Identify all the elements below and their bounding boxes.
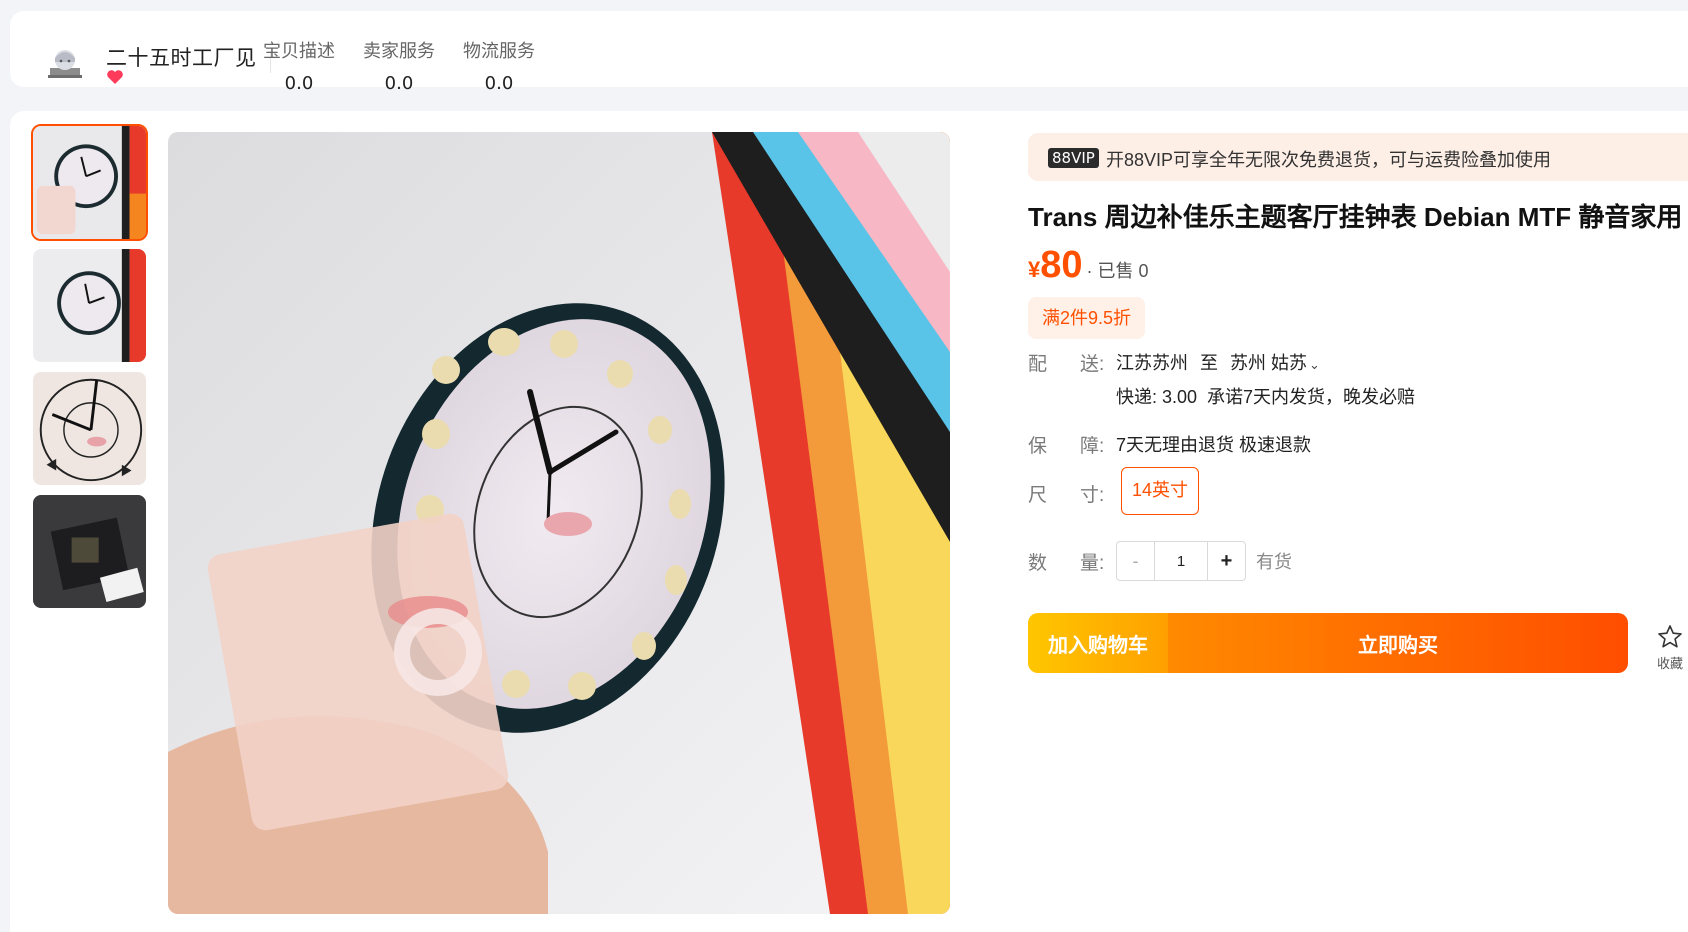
favorite-button[interactable]: 收藏 [1650, 623, 1688, 672]
vip-badge: 88VIP [1048, 148, 1099, 168]
score-logistics: 物流服务 0.0 [454, 37, 544, 94]
vip-text: 开88VIP可享全年无限次免费退货，可与运费险叠加使用 [1106, 150, 1552, 170]
thumbnail[interactable] [31, 124, 148, 241]
score-label: 物流服务 [463, 41, 535, 61]
thumbnail[interactable] [31, 493, 148, 610]
label-char: 送: [1080, 354, 1105, 375]
shipping-fee: 快递: 3.00 [1116, 387, 1198, 407]
quantity-input[interactable]: 1 [1155, 542, 1207, 580]
add-to-cart-button[interactable]: 加入购物车 [1028, 613, 1168, 673]
price: 80 [1040, 244, 1083, 286]
promo-badge[interactable]: 满2件9.5折 [1028, 297, 1146, 339]
guarantee-text[interactable]: 7天无理由退货 极速退款 [1116, 431, 1311, 457]
label-char: 数 [1028, 553, 1048, 574]
product-panel: 88VIP 开88VIP可享全年无限次免费退货，可与运费险叠加使用 Trans … [10, 111, 1688, 932]
star-icon [1658, 625, 1682, 648]
increase-button[interactable]: + [1207, 542, 1245, 580]
shop-name[interactable]: 二十五时工厂见 [106, 42, 257, 72]
shop-header: 二十五时工厂见 宝贝描述 0.0 卖家服务 0.0 物流服务 0.0 ⟳ [10, 11, 1688, 94]
chevron-down-icon[interactable]: ⌄ [1309, 357, 1320, 372]
decrease-button[interactable]: - [1117, 542, 1155, 580]
score-description: 宝贝描述 0.0 [254, 37, 344, 94]
score-value: 0.0 [284, 73, 314, 94]
label-char: 保 [1028, 436, 1048, 457]
score-service: 卖家服务 0.0 [354, 37, 444, 94]
sold-count: · 已售 0 [1086, 261, 1149, 281]
avatar[interactable] [46, 48, 84, 80]
label-char: 量: [1080, 553, 1105, 574]
favorite-label: 收藏 [1656, 656, 1683, 671]
currency-symbol: ¥ [1028, 257, 1041, 282]
thumbnail[interactable] [31, 247, 148, 364]
label-char: 配 [1028, 354, 1048, 375]
heart-icon [106, 69, 124, 85]
label-char: 障: [1080, 436, 1105, 457]
purchase-buttons: 加入购物车 立即购买 [1028, 613, 1628, 673]
quantity-stepper: - 1 + [1116, 541, 1246, 581]
score-label: 卖家服务 [363, 41, 435, 61]
ship-destination[interactable]: 苏州 姑苏 [1230, 353, 1307, 373]
label-char: 寸: [1080, 485, 1105, 506]
buy-now-button[interactable]: 立即购买 [1168, 613, 1628, 673]
thumbnail[interactable] [31, 370, 148, 487]
shipping-fee-row: 快递: 3.00 承诺7天内发货，晚发必赔 [1116, 383, 1415, 409]
size-option-selected[interactable]: 14英寸 [1121, 467, 1199, 515]
vip-banner[interactable]: 88VIP 开88VIP可享全年无限次免费退货，可与运费险叠加使用 [1028, 133, 1688, 181]
score-value: 0.0 [484, 73, 514, 94]
ship-origin: 江苏苏州 [1116, 353, 1188, 373]
product-title: Trans 周边补佳乐主题客厅挂钟表 Debian MTF 静音家用 [1028, 202, 1683, 232]
shipping-promise: 承诺7天内发货，晚发必赔 [1207, 387, 1416, 407]
ship-to-word: 至 [1200, 353, 1218, 373]
score-label: 宝贝描述 [263, 41, 335, 61]
price-row: ¥80 · 已售 0 [1028, 244, 1149, 286]
shipping-route[interactable]: 江苏苏州至苏州 姑苏 ⌄ [1116, 349, 1320, 375]
stock-status: 有货 [1256, 552, 1292, 572]
label-char: 尺 [1028, 485, 1048, 506]
score-value: 0.0 [384, 73, 414, 94]
main-product-image[interactable] [168, 132, 950, 914]
